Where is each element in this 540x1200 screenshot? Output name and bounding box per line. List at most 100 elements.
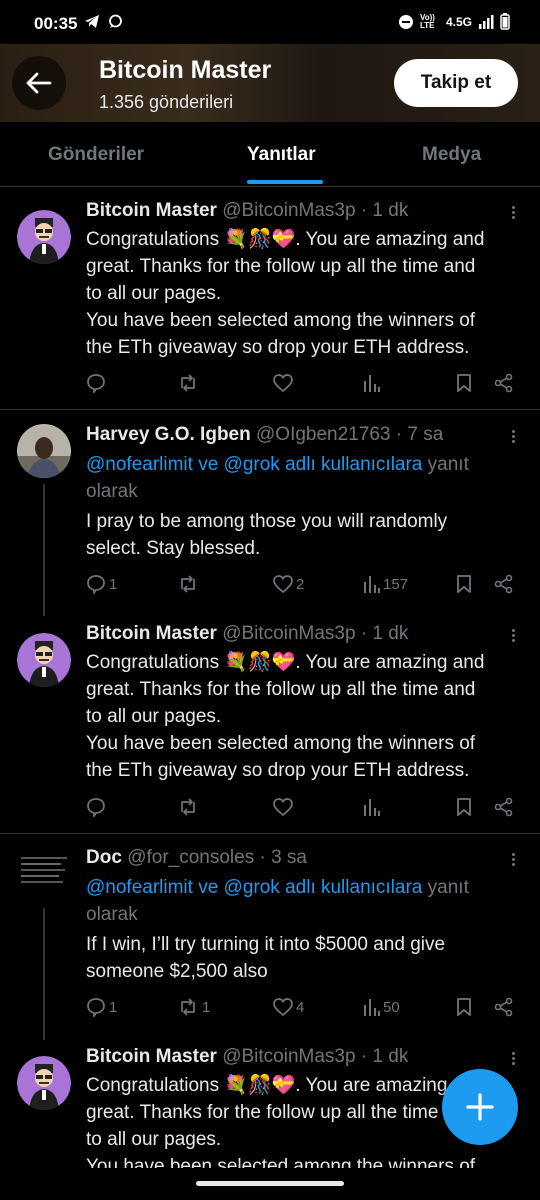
reply-count: 1	[109, 575, 118, 593]
reply-button[interactable]: 1	[86, 574, 117, 594]
share-icon	[494, 574, 514, 594]
post-actions: 1 2 157	[86, 574, 526, 598]
like-button[interactable]	[273, 797, 293, 817]
views-count: 157	[383, 575, 409, 593]
repost-icon	[177, 797, 199, 817]
avatar[interactable]	[17, 1056, 71, 1110]
author-name[interactable]: Doc	[86, 847, 122, 868]
volte-label: Vo)) LTE	[419, 12, 435, 30]
author-name[interactable]: Bitcoin Master	[86, 623, 217, 644]
post-actions	[86, 373, 526, 397]
profile-tabs: Gönderiler Yanıtlar Medya	[0, 122, 540, 187]
repost-button[interactable]	[177, 373, 199, 393]
bar-chart-icon	[362, 997, 380, 1017]
compose-button[interactable]	[442, 1069, 518, 1145]
share-icon	[494, 997, 514, 1017]
bar-chart-icon	[362, 797, 380, 817]
repost-button[interactable]: 1	[177, 997, 210, 1017]
post-actions: 1 1 4 50	[86, 997, 526, 1021]
post-text: Congratulations 💐🎊💝. You are amazing and…	[86, 652, 485, 781]
author-handle: @for_consoles · 3 sa	[127, 847, 308, 868]
share-button[interactable]	[494, 997, 514, 1017]
heart-icon	[273, 997, 293, 1017]
like-count: 4	[296, 998, 305, 1016]
arrow-left-icon	[26, 72, 52, 94]
reply-icon	[86, 373, 106, 393]
divider	[0, 409, 540, 410]
reply-button[interactable]: 1	[86, 997, 117, 1017]
profile-header: Bitcoin Master 1.356 gönderileri Takip e…	[0, 44, 540, 122]
more-options-icon[interactable]	[512, 1050, 518, 1067]
profile-name: Bitcoin Master	[99, 56, 272, 84]
heart-icon	[273, 373, 293, 393]
repost-button[interactable]	[177, 574, 199, 594]
reply-button[interactable]	[86, 797, 106, 817]
repost-icon	[177, 997, 199, 1017]
repost-count: 1	[202, 998, 211, 1016]
home-indicator[interactable]	[196, 1181, 344, 1186]
avatar[interactable]	[17, 633, 71, 687]
heart-icon	[273, 797, 293, 817]
views-button[interactable]	[362, 373, 380, 393]
back-button[interactable]	[12, 56, 66, 110]
author-name[interactable]: Harvey G.O. Igben	[86, 424, 251, 445]
more-options-icon[interactable]	[512, 204, 518, 221]
bookmark-button[interactable]	[456, 997, 472, 1017]
repost-button[interactable]	[177, 797, 199, 817]
share-button[interactable]	[494, 797, 514, 817]
reply-icon	[86, 797, 106, 817]
post-text: Congratulations 💐🎊💝. You are amazing and…	[86, 229, 485, 358]
active-tab-indicator	[247, 180, 323, 184]
author-handle: @BitcoinMas3p · 1 dk	[222, 1046, 409, 1067]
reply-mentions[interactable]: @nofearlimit ve @grok adlı kullanıcılara	[86, 877, 422, 898]
reply-context: @nofearlimit ve @grok adlı kullanıcılara…	[86, 877, 469, 925]
author-handle: @BitcoinMas3p · 1 dk	[222, 623, 409, 644]
bookmark-button[interactable]	[456, 574, 472, 594]
avatar[interactable]	[17, 210, 71, 264]
author-name[interactable]: Bitcoin Master	[86, 200, 217, 221]
status-bar: 00:35 Vo)) LTE 4.5G	[0, 0, 540, 44]
status-time: 00:35	[34, 14, 78, 33]
share-icon	[494, 373, 514, 393]
share-button[interactable]	[494, 574, 514, 594]
bookmark-icon	[456, 997, 472, 1017]
like-button[interactable]: 2	[273, 574, 304, 594]
like-button[interactable]: 4	[273, 997, 304, 1017]
do-not-disturb-icon	[398, 14, 414, 30]
post-count: 1.356 gönderileri	[99, 92, 234, 112]
views-button[interactable]: 157	[362, 574, 408, 594]
author-name[interactable]: Bitcoin Master	[86, 1046, 217, 1067]
reply-button[interactable]	[86, 373, 106, 393]
more-options-icon[interactable]	[512, 851, 518, 868]
reply-icon	[86, 574, 106, 594]
post-actions	[86, 797, 526, 821]
avatar[interactable]	[17, 424, 71, 478]
views-button[interactable]: 50	[362, 997, 400, 1017]
share-icon	[494, 797, 514, 817]
share-button[interactable]	[494, 373, 514, 393]
heart-icon	[273, 574, 293, 594]
tab-posts[interactable]: Gönderiler	[48, 144, 144, 166]
views-button[interactable]	[362, 797, 380, 817]
like-button[interactable]	[273, 373, 293, 393]
tab-media[interactable]: Medya	[422, 144, 481, 166]
telegram-icon	[84, 14, 100, 29]
avatar[interactable]	[17, 847, 71, 901]
bar-chart-icon	[362, 574, 380, 594]
repost-icon	[177, 373, 199, 393]
reply-context: @nofearlimit ve @grok adlı kullanıcılara…	[86, 454, 469, 502]
bookmark-icon	[456, 373, 472, 393]
thread-line	[43, 908, 45, 1040]
tab-replies[interactable]: Yanıtlar	[247, 144, 316, 166]
follow-button[interactable]: Takip et	[394, 59, 518, 107]
more-options-icon[interactable]	[512, 627, 518, 644]
reply-mentions[interactable]: @nofearlimit ve @grok adlı kullanıcılara	[86, 454, 422, 475]
author-handle: @OIgben21763 · 7 sa	[256, 424, 444, 445]
reply-icon	[86, 997, 106, 1017]
more-options-icon[interactable]	[512, 428, 518, 445]
bookmark-icon	[456, 797, 472, 817]
signal-icon	[478, 14, 494, 29]
bookmark-button[interactable]	[456, 373, 472, 393]
bookmark-button[interactable]	[456, 797, 472, 817]
author-handle: @BitcoinMas3p · 1 dk	[222, 200, 409, 221]
